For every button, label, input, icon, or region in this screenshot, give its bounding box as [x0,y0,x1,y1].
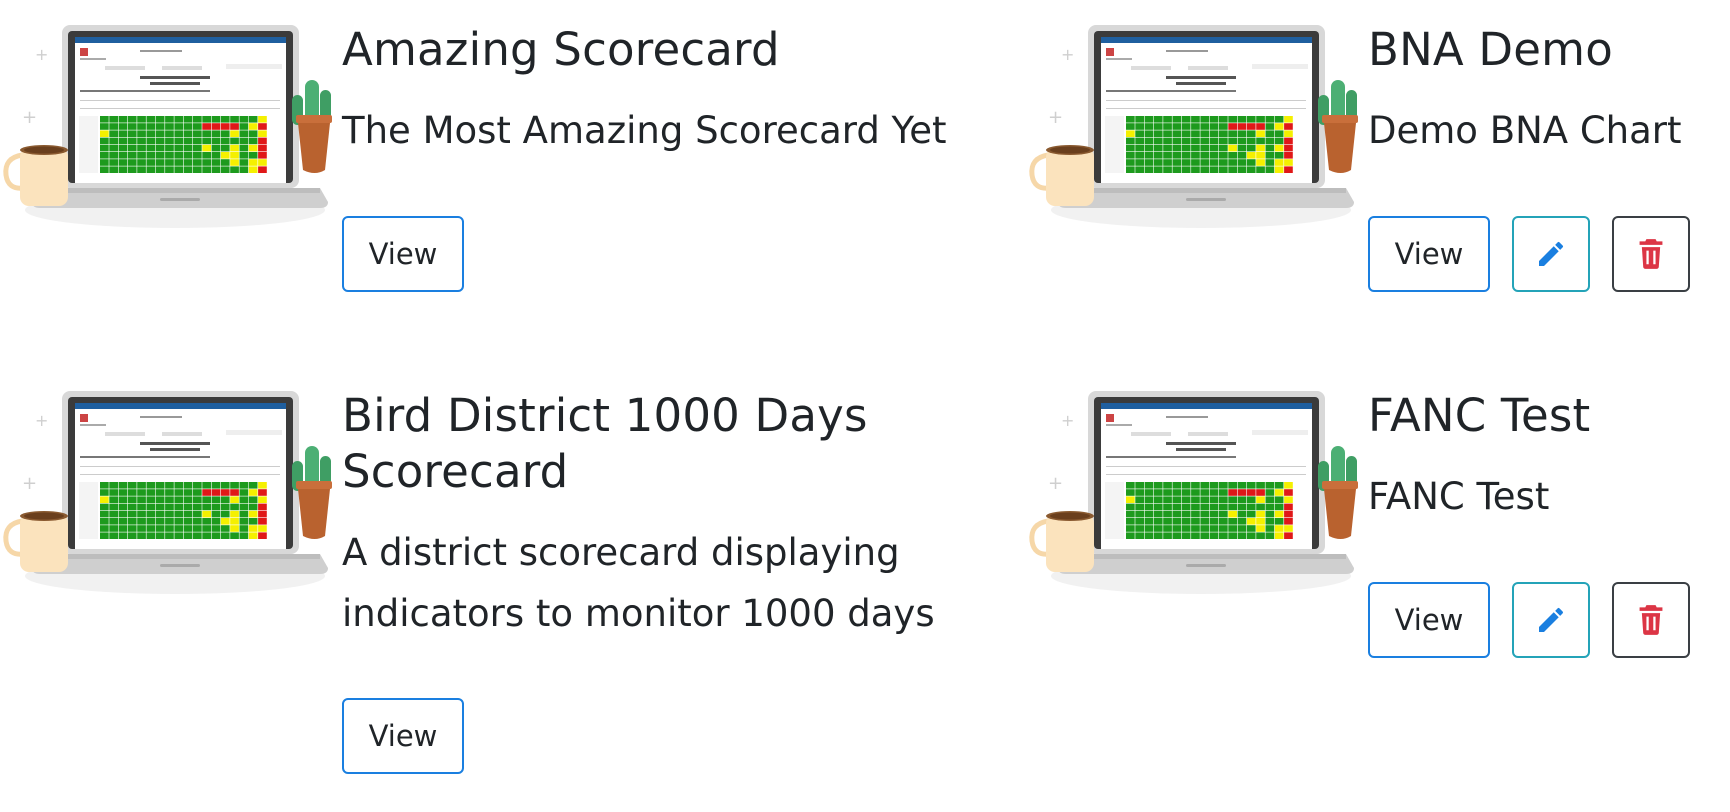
svg-text:+: + [1061,45,1074,64]
pencil-icon [1535,238,1567,270]
trash-icon [1637,604,1665,636]
card-actions: View [1368,582,1690,658]
card-actions: View [1368,216,1690,292]
card-info: Amazing Scorecard The Most Amazing Score… [342,22,962,161]
card-title: Bird District 1000 Days Scorecard [342,389,868,498]
card-description: A district scorecard displaying indicato… [342,531,935,635]
card-description: The Most Amazing Scorecard Yet [342,109,947,152]
card-info: FANC Test FANC Test [1368,388,1728,527]
svg-text:+: + [35,411,48,430]
svg-text:+: + [1048,107,1063,128]
card-info: Bird District 1000 Days Scorecard A dist… [342,388,1002,644]
scorecard-thumbnail: + + [0,20,340,230]
edit-button[interactable] [1512,216,1590,292]
card-title: Amazing Scorecard [342,23,780,76]
card-description: FANC Test [1368,475,1550,518]
svg-text:+: + [1048,473,1063,494]
scorecard-thumbnail: + + [0,386,340,596]
delete-button[interactable] [1612,582,1690,658]
card-title: FANC Test [1368,389,1591,442]
card-description: Demo BNA Chart [1368,109,1682,152]
view-button[interactable]: View [342,698,464,774]
card-actions: View [342,216,464,292]
pencil-icon [1535,604,1567,636]
svg-text:+: + [1061,411,1074,430]
svg-text:+: + [35,45,48,64]
card-info: BNA Demo Demo BNA Chart [1368,22,1728,161]
svg-text:+: + [22,107,37,128]
svg-text:+: + [22,473,37,494]
view-button[interactable]: View [1368,582,1490,658]
card-actions: View [342,698,464,774]
delete-button[interactable] [1612,216,1690,292]
scorecard-thumbnail: + + [1026,20,1366,230]
scorecard-thumbnail: + + [1026,386,1366,596]
trash-icon [1637,238,1665,270]
view-button[interactable]: View [342,216,464,292]
card-title: BNA Demo [1368,23,1613,76]
view-button[interactable]: View [1368,216,1490,292]
edit-button[interactable] [1512,582,1590,658]
